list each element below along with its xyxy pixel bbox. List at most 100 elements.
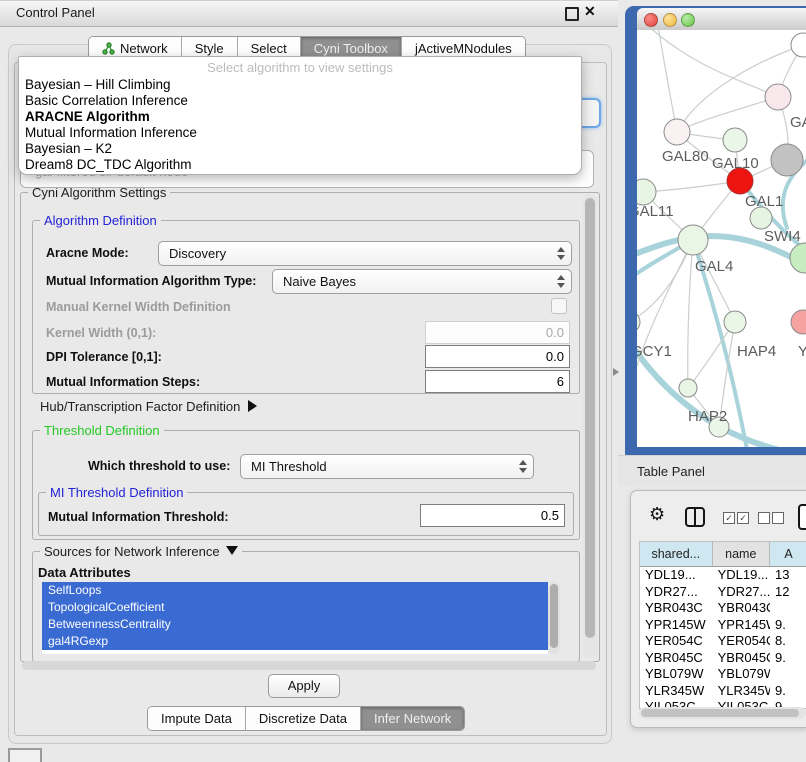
attributes-scrollbar[interactable]: [548, 582, 560, 654]
mi-type-combobox[interactable]: Naive Bayes: [272, 269, 572, 294]
cell[interactable]: YER054C: [713, 633, 770, 650]
group-title: Threshold Definition: [40, 423, 164, 438]
network-graph: GAL GAL80 GAL10 GAL1 GAL11 SWI4 GAL4 GCY…: [637, 30, 806, 447]
unchecked-box-icon[interactable]: [758, 512, 770, 524]
dropdown-item[interactable]: Mutual Information Inference: [19, 125, 581, 141]
settings-scrollbar[interactable]: [583, 194, 597, 658]
cell[interactable]: 9.: [770, 650, 806, 667]
cell[interactable]: YBL079W: [713, 666, 770, 683]
list-item[interactable]: BetweennessCentrality: [42, 616, 548, 633]
settings-hscrollbar[interactable]: [22, 661, 596, 670]
node-salmon[interactable]: [791, 310, 806, 334]
column-header-name[interactable]: name: [713, 542, 770, 566]
column-header-partial[interactable]: A: [770, 542, 806, 566]
cell[interactable]: YDR27...: [713, 584, 770, 601]
node-swi4[interactable]: [750, 207, 772, 229]
cell[interactable]: YDL19...: [640, 567, 713, 584]
unchecked-box-icon[interactable]: [772, 512, 784, 524]
node-gal4[interactable]: [678, 225, 708, 255]
aracne-mode-combobox[interactable]: Discovery: [158, 241, 572, 266]
table-row[interactable]: YBL079WYBL079W: [640, 666, 806, 683]
close-panel-icon[interactable]: ✕: [584, 3, 596, 20]
hub-tf-definition-toggle[interactable]: Hub/Transcription Factor Definition: [40, 399, 257, 414]
scrollbar-thumb[interactable]: [585, 198, 595, 638]
scrollbar-thumb[interactable]: [641, 709, 799, 717]
sources-toggle[interactable]: Sources for Network Inference: [40, 544, 242, 559]
scrollbar-thumb[interactable]: [550, 584, 558, 648]
table-row[interactable]: YDR27...YDR27...12: [640, 584, 806, 601]
cell[interactable]: YBL079W: [640, 666, 713, 683]
checked-box-icon[interactable]: ✓: [723, 512, 735, 524]
table-row[interactable]: YDL19...YDL19...13: [640, 567, 806, 584]
table-row[interactable]: YLR345WYLR345W9.: [640, 683, 806, 700]
node-gcy1[interactable]: [637, 311, 640, 333]
cell[interactable]: YDL19...: [713, 567, 770, 584]
table-row[interactable]: YER054CYER054C8.: [640, 633, 806, 650]
which-threshold-combobox[interactable]: MI Threshold: [240, 454, 534, 479]
tab-impute-data[interactable]: Impute Data: [148, 707, 246, 730]
cell[interactable]: [770, 666, 806, 683]
node-gray[interactable]: [771, 144, 803, 176]
panel-title: Control Panel: [16, 5, 95, 20]
node-green-large[interactable]: [790, 243, 806, 273]
tab-infer-network[interactable]: Infer Network: [361, 707, 464, 730]
mi-threshold-field[interactable]: 0.5: [420, 504, 565, 527]
cell[interactable]: YLR345W: [713, 683, 770, 700]
dropdown-item[interactable]: Bayesian – K2: [19, 141, 581, 157]
tab-discretize-data[interactable]: Discretize Data: [246, 707, 361, 730]
minimize-window-icon[interactable]: [663, 13, 677, 27]
network-window-titlebar[interactable]: [637, 8, 806, 31]
node-gal11[interactable]: [637, 179, 656, 205]
kernel-width-field[interactable]: 0.0: [425, 321, 570, 344]
cell[interactable]: YPR145W: [640, 617, 713, 634]
cell[interactable]: YBR043C: [640, 600, 713, 617]
node-unlabeled[interactable]: [791, 33, 806, 57]
cell[interactable]: 9.: [770, 617, 806, 634]
collapsed-panel-icon[interactable]: [8, 748, 42, 762]
dropdown-item[interactable]: Dream8 DC_TDC Algorithm: [19, 157, 581, 173]
node-gal[interactable]: [765, 84, 791, 110]
checked-box-icon[interactable]: ✓: [737, 512, 749, 524]
cell[interactable]: [770, 600, 806, 617]
cell[interactable]: 12: [770, 584, 806, 601]
document-icon[interactable]: [798, 504, 806, 530]
list-item[interactable]: TopologicalCoefficient: [42, 599, 548, 616]
manual-kernel-checkbox[interactable]: [551, 298, 567, 314]
dropdown-item-selected[interactable]: ARACNE Algorithm: [19, 109, 581, 125]
cell[interactable]: YLR345W: [640, 683, 713, 700]
columns-icon[interactable]: [685, 507, 705, 527]
table-row[interactable]: YBR045CYBR045C9.: [640, 650, 806, 667]
table-row[interactable]: YBR043CYBR043C: [640, 600, 806, 617]
cell[interactable]: YBR045C: [713, 650, 770, 667]
splitter-handle-icon[interactable]: [613, 368, 619, 376]
list-item[interactable]: SelfLoops: [42, 582, 548, 599]
dpi-tolerance-field[interactable]: 0.0: [425, 345, 570, 368]
node-gal10[interactable]: [723, 128, 747, 152]
node-hap2[interactable]: [679, 379, 697, 397]
gear-icon[interactable]: ⚙: [649, 505, 665, 523]
zoom-window-icon[interactable]: [681, 13, 695, 27]
network-icon: [102, 42, 115, 55]
cell[interactable]: YBR043C: [713, 600, 770, 617]
network-canvas[interactable]: GAL GAL80 GAL10 GAL1 GAL11 SWI4 GAL4 GCY…: [637, 30, 806, 447]
cell[interactable]: YER054C: [640, 633, 713, 650]
table-hscrollbar[interactable]: [639, 707, 806, 719]
table-row[interactable]: YPR145WYPR145W9.: [640, 617, 806, 634]
node-hap4[interactable]: [724, 311, 746, 333]
dropdown-item[interactable]: Bayesian – Hill Climbing: [19, 77, 581, 93]
node-gal80[interactable]: [664, 119, 690, 145]
column-header-shared-name[interactable]: shared...: [640, 542, 713, 566]
apply-button[interactable]: Apply: [268, 674, 340, 698]
cell[interactable]: YDR27...: [640, 584, 713, 601]
tab-label: Impute Data: [161, 707, 232, 730]
cell[interactable]: 9.: [770, 683, 806, 700]
cell[interactable]: 8.: [770, 633, 806, 650]
mi-steps-field[interactable]: 6: [425, 370, 570, 393]
list-item[interactable]: gal4RGexp: [42, 633, 548, 650]
cell[interactable]: YBR045C: [640, 650, 713, 667]
float-panel-icon[interactable]: [565, 7, 579, 21]
close-window-icon[interactable]: [644, 13, 658, 27]
dropdown-item[interactable]: Basic Correlation Inference: [19, 93, 581, 109]
cell[interactable]: 13: [770, 567, 806, 584]
cell[interactable]: YPR145W: [713, 617, 770, 634]
